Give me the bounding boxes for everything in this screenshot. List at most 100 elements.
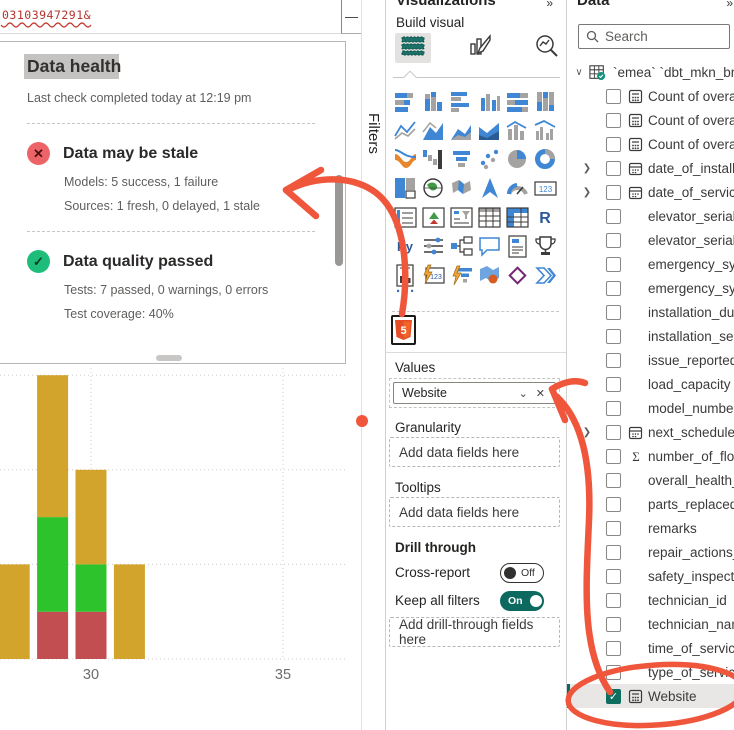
field-row[interactable]: Count of overal... xyxy=(567,108,734,132)
field-checkbox[interactable] xyxy=(606,353,621,368)
values-well[interactable]: Website ⌄ ✕ xyxy=(389,378,560,408)
field-checkbox[interactable] xyxy=(606,521,621,536)
treemap-icon[interactable] xyxy=(391,174,419,203)
field-row[interactable]: repair_actions_t... xyxy=(567,540,734,564)
100-stacked-column-chart-icon[interactable] xyxy=(531,87,559,116)
map-icon[interactable] xyxy=(419,174,447,203)
stacked-column-chart-icon[interactable] xyxy=(419,87,447,116)
values-field-pill[interactable]: Website ⌄ ✕ xyxy=(393,382,556,404)
field-checkbox[interactable] xyxy=(606,641,621,656)
field-checkbox[interactable] xyxy=(606,113,621,128)
more-visuals-button[interactable]: ··· xyxy=(396,283,417,300)
q-and-a-icon[interactable] xyxy=(475,232,503,261)
ribbon-chart-icon[interactable] xyxy=(391,145,419,174)
field-row[interactable]: emergency_syst... xyxy=(567,252,734,276)
waterfall-chart-icon[interactable] xyxy=(419,145,447,174)
clustered-column-chart-icon[interactable] xyxy=(475,87,503,116)
field-checkbox[interactable] xyxy=(606,89,621,104)
field-checkbox[interactable] xyxy=(606,425,621,440)
line-and-stacked-column-chart-icon[interactable] xyxy=(503,116,531,145)
chevron-right-icon[interactable]: ❯ xyxy=(581,163,593,174)
chevron-right-icon[interactable]: ❯ xyxy=(581,427,593,438)
field-row[interactable]: Σnumber_of_floo... xyxy=(567,444,734,468)
analytics-tab[interactable] xyxy=(529,33,565,63)
field-row[interactable]: load_capacity xyxy=(567,372,734,396)
field-row[interactable]: ❯date_of_installa... xyxy=(567,156,734,180)
slicer-icon[interactable] xyxy=(447,203,475,232)
field-checkbox[interactable] xyxy=(606,257,621,272)
python-visual-icon[interactable]: Py xyxy=(391,232,419,261)
search-box[interactable] xyxy=(578,24,730,49)
field-checkbox[interactable] xyxy=(606,497,621,512)
remove-field-icon[interactable]: ✕ xyxy=(532,387,549,400)
tooltips-dropzone[interactable]: Add data fields here xyxy=(389,497,560,527)
line-and-clustered-column-chart-icon[interactable] xyxy=(531,116,559,145)
stacked-bar-chart-icon[interactable] xyxy=(391,87,419,116)
cross-report-toggle[interactable]: Off xyxy=(500,563,544,583)
field-row[interactable]: emergency_syst... xyxy=(567,276,734,300)
field-checkbox[interactable] xyxy=(606,305,621,320)
chevron-down-icon[interactable]: ∨ xyxy=(573,67,585,78)
line-chart-icon[interactable] xyxy=(391,116,419,145)
card-horizontal-scrollbar[interactable] xyxy=(156,355,182,361)
field-row[interactable]: installation_dur... xyxy=(567,300,734,324)
field-checkbox[interactable] xyxy=(606,233,621,248)
smart-narrative-icon[interactable] xyxy=(503,232,531,261)
funnel-chart-icon[interactable] xyxy=(447,145,475,174)
field-row[interactable]: ❯next_scheduled... xyxy=(567,420,734,444)
field-row[interactable]: remarks xyxy=(567,516,734,540)
metrics-icon[interactable] xyxy=(531,232,559,261)
data-health-visual[interactable]: Data health Last check completed today a… xyxy=(0,41,346,364)
new-card-icon[interactable]: 123 xyxy=(419,261,447,290)
field-row[interactable]: installation_serv... xyxy=(567,324,734,348)
drill-through-dropzone[interactable]: Add drill-through fields here xyxy=(389,617,560,647)
chevron-down-icon[interactable]: ⌄ xyxy=(515,387,532,400)
card-icon[interactable]: 123 xyxy=(531,174,559,203)
key-influencers-icon[interactable] xyxy=(419,232,447,261)
field-row[interactable]: overall_health_c... xyxy=(567,468,734,492)
field-checkbox[interactable] xyxy=(606,617,621,632)
collapse-pane-icon[interactable]: » xyxy=(726,0,732,10)
field-row[interactable]: ✓Website xyxy=(567,684,734,708)
pie-chart-icon[interactable] xyxy=(503,145,531,174)
new-slicer-icon[interactable] xyxy=(447,261,475,290)
clustered-bar-chart-icon[interactable] xyxy=(447,87,475,116)
area-chart-icon[interactable] xyxy=(419,116,447,145)
field-row[interactable]: safety_inspectio... xyxy=(567,564,734,588)
power-apps-icon[interactable] xyxy=(503,261,531,290)
collapse-pane-icon[interactable]: » xyxy=(546,0,552,10)
power-automate-icon[interactable] xyxy=(531,261,559,290)
field-checkbox[interactable] xyxy=(606,161,621,176)
100-stacked-area-chart-icon[interactable] xyxy=(475,116,503,145)
field-checkbox[interactable] xyxy=(606,185,621,200)
field-checkbox[interactable] xyxy=(606,377,621,392)
search-input[interactable] xyxy=(605,29,705,44)
field-row[interactable]: ❯date_of_service xyxy=(567,180,734,204)
matrix-icon[interactable] xyxy=(503,203,531,232)
100-stacked-bar-chart-icon[interactable] xyxy=(503,87,531,116)
field-checkbox[interactable] xyxy=(606,593,621,608)
arcgis-map-icon[interactable] xyxy=(475,261,503,290)
build-visual-tab[interactable] xyxy=(395,33,431,63)
field-row[interactable]: Count of overal... xyxy=(567,84,734,108)
field-checkbox[interactable] xyxy=(606,329,621,344)
field-checkbox[interactable] xyxy=(606,449,621,464)
field-checkbox[interactable] xyxy=(606,473,621,488)
field-row[interactable]: model_number xyxy=(567,396,734,420)
scatter-chart-icon[interactable] xyxy=(475,145,503,174)
field-checkbox[interactable] xyxy=(606,665,621,680)
decomposition-tree-icon[interactable] xyxy=(447,232,475,261)
field-row[interactable]: Count of overal... xyxy=(567,132,734,156)
minimize-button[interactable]: — xyxy=(341,0,361,34)
kpi-icon[interactable] xyxy=(419,203,447,232)
field-row[interactable]: technician_id xyxy=(567,588,734,612)
field-checkbox[interactable] xyxy=(606,401,621,416)
gauge-icon[interactable] xyxy=(503,174,531,203)
field-checkbox[interactable] xyxy=(606,281,621,296)
data-table-row[interactable]: ∨`emea` `dbt_mkn_bron... xyxy=(567,60,734,84)
field-checkbox[interactable] xyxy=(606,545,621,560)
keep-all-filters-toggle[interactable]: On xyxy=(500,591,544,611)
filters-pane-collapsed[interactable]: Filters xyxy=(361,0,385,730)
field-checkbox[interactable] xyxy=(606,569,621,584)
multi-row-card-icon[interactable] xyxy=(391,203,419,232)
